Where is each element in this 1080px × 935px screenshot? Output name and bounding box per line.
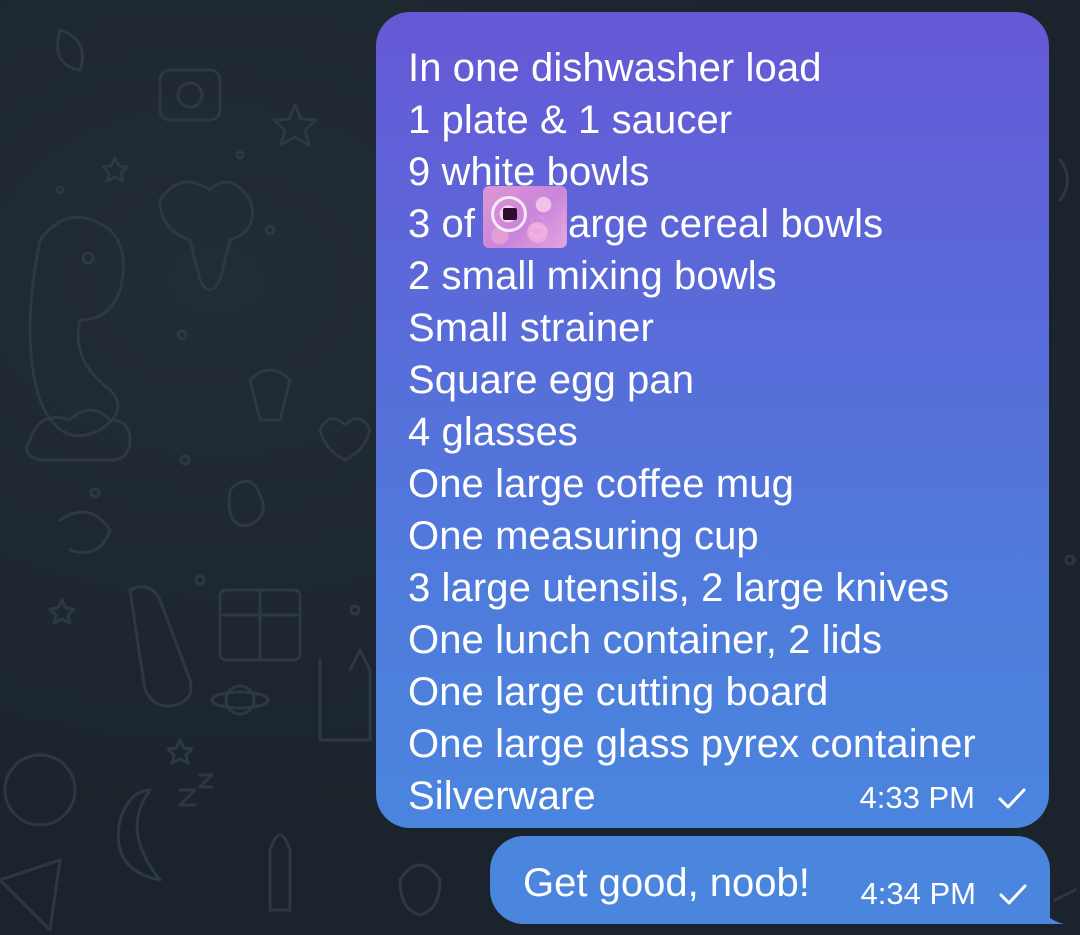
message-line: One large cutting board (408, 670, 829, 714)
message-meta: 4:34 PM (861, 876, 1028, 912)
message-time: 4:33 PM (859, 780, 975, 815)
redaction-core (503, 208, 517, 220)
message-line: One lunch container, 2 lids (408, 618, 883, 662)
message-line: Square egg pan (408, 358, 695, 402)
message-line: Small strainer (408, 306, 654, 350)
message-line: One large coffee mug (408, 462, 794, 506)
incoming-message-bubble[interactable]: In one dishwasher load 1 plate & 1 sauce… (376, 12, 1049, 828)
single-check-icon (998, 788, 1026, 809)
message-text: Get good, noob! (523, 861, 810, 905)
message-line: 2 small mixing bowls (408, 254, 777, 298)
outgoing-message-bubble[interactable]: Get good, noob! 4:34 PM (490, 836, 1064, 924)
message-line: 3 large utensils, 2 large knives (408, 566, 950, 610)
message-line: One large glass pyrex container (408, 722, 976, 766)
message-time: 4:34 PM (860, 876, 976, 911)
message-line: 4 glasses (408, 410, 578, 454)
message-meta: 4:33 PM (860, 780, 1027, 816)
bubble-tail (1036, 896, 1064, 924)
message-line: 1 plate & 1 saucer (408, 98, 733, 142)
redacted-name-sticker (483, 186, 567, 248)
message-text: In one dishwasher load 1 plate & 1 sauce… (408, 42, 1049, 822)
message-line: One measuring cup (408, 514, 759, 558)
single-check-icon (999, 884, 1027, 905)
message-line: In one dishwasher load (408, 46, 822, 90)
